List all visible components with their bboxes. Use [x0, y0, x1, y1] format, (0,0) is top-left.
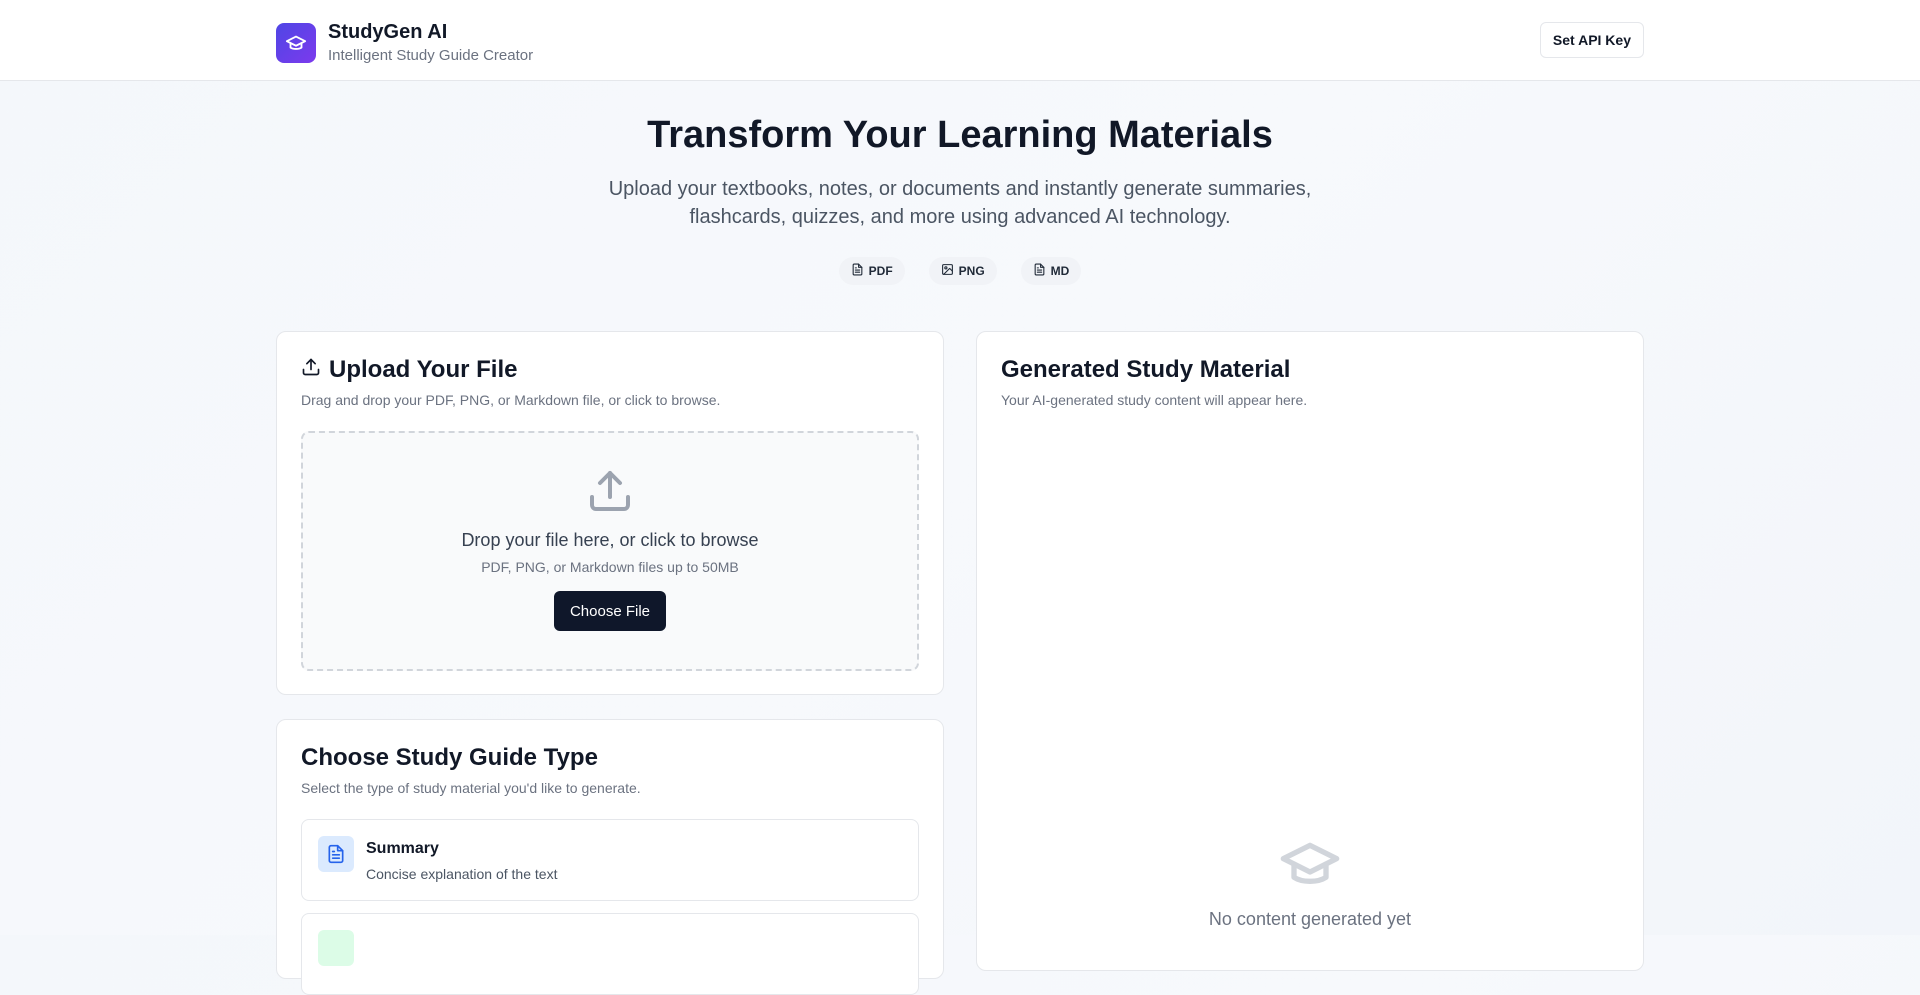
image-icon [941, 263, 954, 279]
file-text-icon [851, 263, 864, 279]
output-card-subtitle: Your AI-generated study content will app… [1001, 392, 1308, 408]
drop-zone-title: Drop your file here, or click to browse [461, 530, 759, 550]
format-label: PNG [958, 264, 985, 278]
guide-option-summary[interactable]: Summary Concise explanation of the text [301, 819, 919, 901]
file-text-icon [1033, 263, 1046, 279]
hero-section: Transform Your Learning Materials Upload… [0, 81, 1920, 285]
guide-type-title: Choose Study Guide Type [301, 744, 598, 771]
format-badge-png: PNG [928, 257, 997, 285]
brand: StudyGen AI Intelligent Study Guide Crea… [276, 20, 533, 66]
file-text-icon [318, 836, 354, 872]
option-icon [318, 930, 354, 966]
top-bar: StudyGen AI Intelligent Study Guide Crea… [0, 0, 1920, 81]
empty-state: No content generated yet [977, 832, 1643, 930]
file-drop-zone[interactable]: Drop your file here, or click to browse … [301, 431, 919, 671]
choose-file-button[interactable]: Choose File [553, 591, 667, 631]
output-card-title: Generated Study Material [1001, 356, 1291, 383]
upload-icon [301, 356, 321, 384]
generated-material-card: Generated Study Material Your AI-generat… [976, 331, 1644, 971]
upload-card: Upload Your File Drag and drop your PDF,… [276, 331, 944, 695]
guide-option-second[interactable] [301, 913, 919, 995]
format-label: PDF [868, 264, 893, 278]
hero-title: Transform Your Learning Materials [647, 114, 1273, 156]
upload-card-header: Upload Your File [301, 356, 919, 384]
option-description: Concise explanation of the text [366, 866, 558, 882]
empty-state-text: No content generated yet [1208, 909, 1412, 929]
supported-formats: PDF PNG MD [0, 257, 1920, 285]
graduation-cap-icon [276, 23, 316, 63]
study-guide-type-card: Choose Study Guide Type Select the type … [276, 719, 944, 995]
drop-zone-hint: PDF, PNG, or Markdown files up to 50MB [481, 559, 739, 575]
option-title: Summary [366, 840, 439, 857]
hero-description: Upload your textbooks, notes, or documen… [608, 178, 1312, 228]
upload-card-title: Upload Your File [329, 356, 518, 383]
guide-type-subtitle: Select the type of study material you'd … [301, 780, 641, 796]
upload-card-subtitle: Drag and drop your PDF, PNG, or Markdown… [301, 392, 721, 408]
upload-cloud-icon [303, 467, 917, 520]
format-badge-md: MD [1020, 257, 1082, 285]
app-tagline: Intelligent Study Guide Creator [328, 47, 534, 64]
format-label: MD [1050, 264, 1070, 278]
graduation-cap-icon [977, 832, 1643, 901]
app-name: StudyGen AI [328, 21, 448, 43]
set-api-key-button[interactable]: Set API Key [1539, 22, 1644, 58]
format-badge-pdf: PDF [838, 257, 905, 285]
